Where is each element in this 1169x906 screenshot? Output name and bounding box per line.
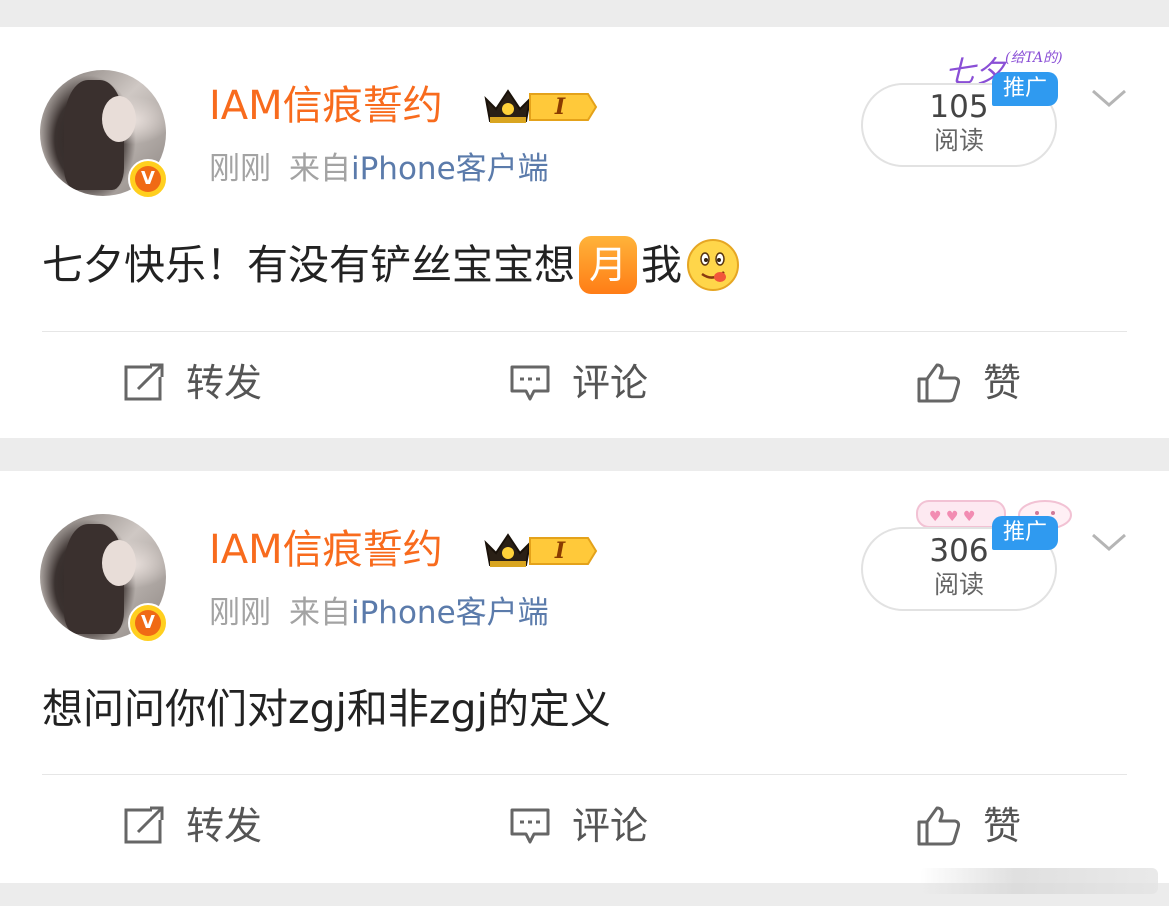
post-source-label: 来自 [289, 151, 351, 187]
crown-icon[interactable] [482, 87, 534, 127]
read-label: 阅读 [933, 570, 984, 599]
username[interactable]: IAM信痕誓约 [209, 526, 443, 574]
username[interactable]: IAM信痕誓约 [209, 82, 443, 130]
avatar-face [102, 540, 136, 586]
verified-badge-icon: V [128, 603, 168, 643]
watermark [920, 868, 1158, 894]
repost-icon [124, 363, 164, 401]
repost-button[interactable]: 转发 [122, 804, 282, 848]
avatar-face [102, 96, 136, 142]
repost-button[interactable]: 转发 [122, 361, 282, 405]
like-button[interactable]: 赞 [917, 804, 1037, 848]
post-meta: 刚刚 来自iPhone客户端 [209, 593, 549, 633]
read-label: 阅读 [933, 126, 984, 155]
level-badge-label: I [554, 538, 566, 564]
member-level-badge[interactable]: I [528, 91, 598, 123]
crown-icon[interactable] [482, 531, 534, 571]
post-card[interactable]: V IAM信痕誓约 I 刚刚 来自iPhone客户端 ♥ ♥ ♥ 306 阅读 推… [0, 471, 1169, 883]
verified-badge-icon: V [128, 159, 168, 199]
thumbs-up-icon [917, 806, 961, 846]
comment-icon [510, 365, 550, 401]
post-source-device[interactable]: iPhone客户端 [351, 595, 549, 631]
level-badge-label: I [554, 94, 566, 120]
promo-art-subtitle: (给TA的) [1005, 50, 1063, 66]
comment-icon [510, 808, 550, 844]
promo-tag: 推广 [992, 516, 1058, 550]
post-card[interactable]: V IAM信痕誓约 I 刚刚 来自iPhone客户端 七夕(给TA的) 105 阅… [0, 27, 1169, 438]
post-text: 七夕快乐！有没有铲丝宝宝想月我 [42, 235, 740, 295]
svg-text:♥ ♥ ♥: ♥ ♥ ♥ [929, 509, 976, 525]
like-label: 赞 [983, 361, 1022, 405]
chevron-down-icon[interactable] [1090, 85, 1128, 111]
repost-label: 转发 [186, 804, 263, 848]
thumbs-up-icon [917, 363, 961, 403]
post-time: 刚刚 [209, 595, 271, 631]
member-level-badge[interactable]: I [528, 535, 598, 567]
comment-label: 评论 [572, 361, 649, 405]
post-meta: 刚刚 来自iPhone客户端 [209, 149, 549, 189]
post-text: 想问问你们对zgj和非zgj的定义 [42, 685, 611, 733]
post-source-label: 来自 [289, 595, 351, 631]
post-source-device[interactable]: iPhone客户端 [351, 151, 549, 187]
repost-icon [124, 806, 164, 844]
comment-label: 评论 [572, 804, 649, 848]
repost-label: 转发 [186, 361, 263, 405]
post-text-after: 我 [641, 241, 682, 289]
divider [42, 331, 1127, 332]
like-label: 赞 [983, 804, 1022, 848]
moon-emoji: 月 [579, 236, 637, 294]
comment-button[interactable]: 评论 [508, 804, 668, 848]
post-text-before: 七夕快乐！有没有铲丝宝宝想 [42, 241, 575, 289]
comment-button[interactable]: 评论 [508, 361, 668, 405]
chevron-down-icon[interactable] [1090, 529, 1128, 555]
divider [42, 774, 1127, 775]
like-button[interactable]: 赞 [917, 361, 1037, 405]
promo-tag: 推广 [992, 72, 1058, 106]
tongue-face-emoji-icon [687, 239, 739, 291]
post-time: 刚刚 [209, 151, 271, 187]
